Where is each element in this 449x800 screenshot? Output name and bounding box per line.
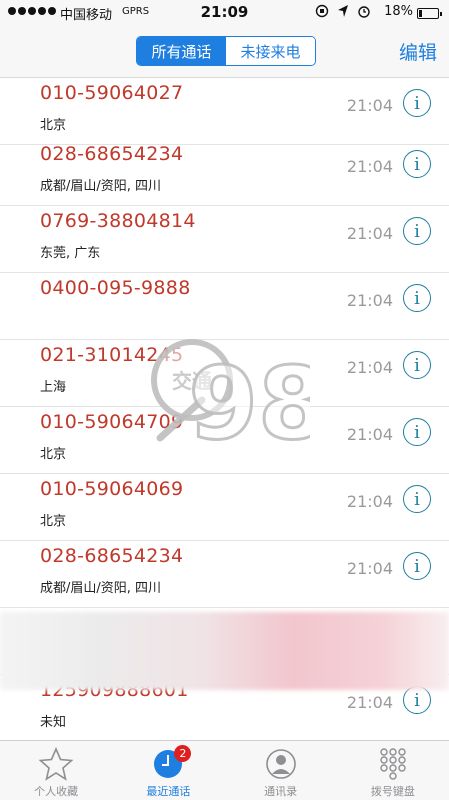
call-time: 21:04 [346, 358, 393, 377]
status-icons [315, 4, 371, 18]
tab-bar: 个人收藏 2 最近通话 通讯录 拨号键盘 [0, 740, 449, 800]
status-time: 21:09 [200, 3, 249, 21]
call-number: 0769-38804814 [40, 210, 196, 232]
call-time: 21:04 [346, 693, 393, 712]
call-location: 未知 [40, 715, 67, 730]
call-time: 21:04 [346, 559, 393, 578]
contacts-icon [263, 747, 299, 781]
location-arrow-icon [338, 5, 348, 17]
call-time: 21:04 [346, 492, 393, 511]
tab-keypad[interactable]: 拨号键盘 [337, 741, 449, 800]
tab-recents[interactable]: 2 最近通话 [112, 741, 224, 800]
info-icon[interactable]: i [403, 284, 431, 312]
info-icon[interactable]: i [403, 485, 431, 513]
redacted-blur-area [0, 612, 449, 690]
tab-label: 拨号键盘 [370, 785, 415, 798]
call-time: 21:04 [346, 157, 393, 176]
call-location: 东莞, 广东 [40, 246, 101, 261]
call-time: 21:04 [346, 224, 393, 243]
call-row[interactable]: 028-68654234 成都/眉山/资阳, 四川 21:04 i [0, 139, 449, 206]
call-location: 成都/眉山/资阳, 四川 [40, 581, 162, 596]
call-row[interactable]: 010-59064709 北京 21:04 i [0, 407, 449, 474]
segment-missed-calls[interactable]: 未接来电 [226, 37, 315, 65]
call-row[interactable]: 028-68654234 成都/眉山/资阳, 四川 21:04 i [0, 541, 449, 608]
tab-label: 最近通话 [146, 785, 191, 798]
alarm-icon [358, 6, 370, 18]
tab-label: 通讯录 [264, 785, 298, 798]
nav-bar: 所有通话 未接来电 编辑 [0, 26, 449, 78]
info-icon[interactable]: i [403, 686, 431, 714]
tab-contacts[interactable]: 通讯录 [225, 741, 337, 800]
rotation-lock-icon [315, 4, 329, 18]
call-location: 成都/眉山/资阳, 四川 [40, 179, 162, 194]
segment-all-calls[interactable]: 所有通话 [137, 37, 226, 65]
call-location: 北京 [40, 118, 67, 133]
call-location: 北京 [40, 514, 67, 529]
keypad-icon [375, 747, 411, 781]
call-row[interactable]: 0769-38804814 东莞, 广东 21:04 i [0, 206, 449, 273]
call-location: 北京 [40, 447, 67, 462]
info-icon[interactable]: i [403, 217, 431, 245]
info-icon[interactable]: i [403, 552, 431, 580]
missed-calls-badge: 2 [174, 745, 192, 762]
call-row[interactable]: 010-59064069 北京 21:04 i [0, 474, 449, 541]
call-time: 21:04 [346, 96, 393, 115]
call-location: 上海 [40, 380, 67, 395]
call-row[interactable]: 010-59064027 北京 21:04 i [0, 78, 449, 145]
call-time: 21:04 [346, 291, 393, 310]
status-bar: 中国移动 GPRS 21:09 18% [0, 0, 449, 26]
tab-favorites[interactable]: 个人收藏 [0, 741, 112, 800]
call-filter-segmented-control: 所有通话 未接来电 [136, 36, 316, 66]
info-icon[interactable]: i [403, 418, 431, 446]
edit-button[interactable]: 编辑 [399, 38, 437, 65]
info-icon[interactable]: i [403, 351, 431, 379]
battery-icon [417, 8, 442, 19]
call-number: 010-59064709 [40, 411, 184, 433]
call-time: 21:04 [346, 425, 393, 444]
clock-icon: 2 [150, 745, 192, 781]
call-row[interactable]: 0400-095-9888 21:04 i [0, 273, 449, 340]
call-number: 010-59064069 [40, 478, 184, 500]
call-number: 028-68654234 [40, 545, 184, 567]
battery-percentage: 18% [384, 4, 413, 19]
call-number: 0400-095-9888 [40, 277, 191, 299]
call-number: 010-59064027 [40, 82, 184, 104]
tab-label: 个人收藏 [34, 785, 79, 798]
info-icon[interactable]: i [403, 150, 431, 178]
call-number: 021-31014245 [40, 344, 184, 366]
star-icon [38, 746, 74, 781]
call-number: 028-68654234 [40, 143, 184, 165]
call-row[interactable]: 021-31014245 上海 21:04 i [0, 340, 449, 407]
info-icon[interactable]: i [403, 89, 431, 117]
